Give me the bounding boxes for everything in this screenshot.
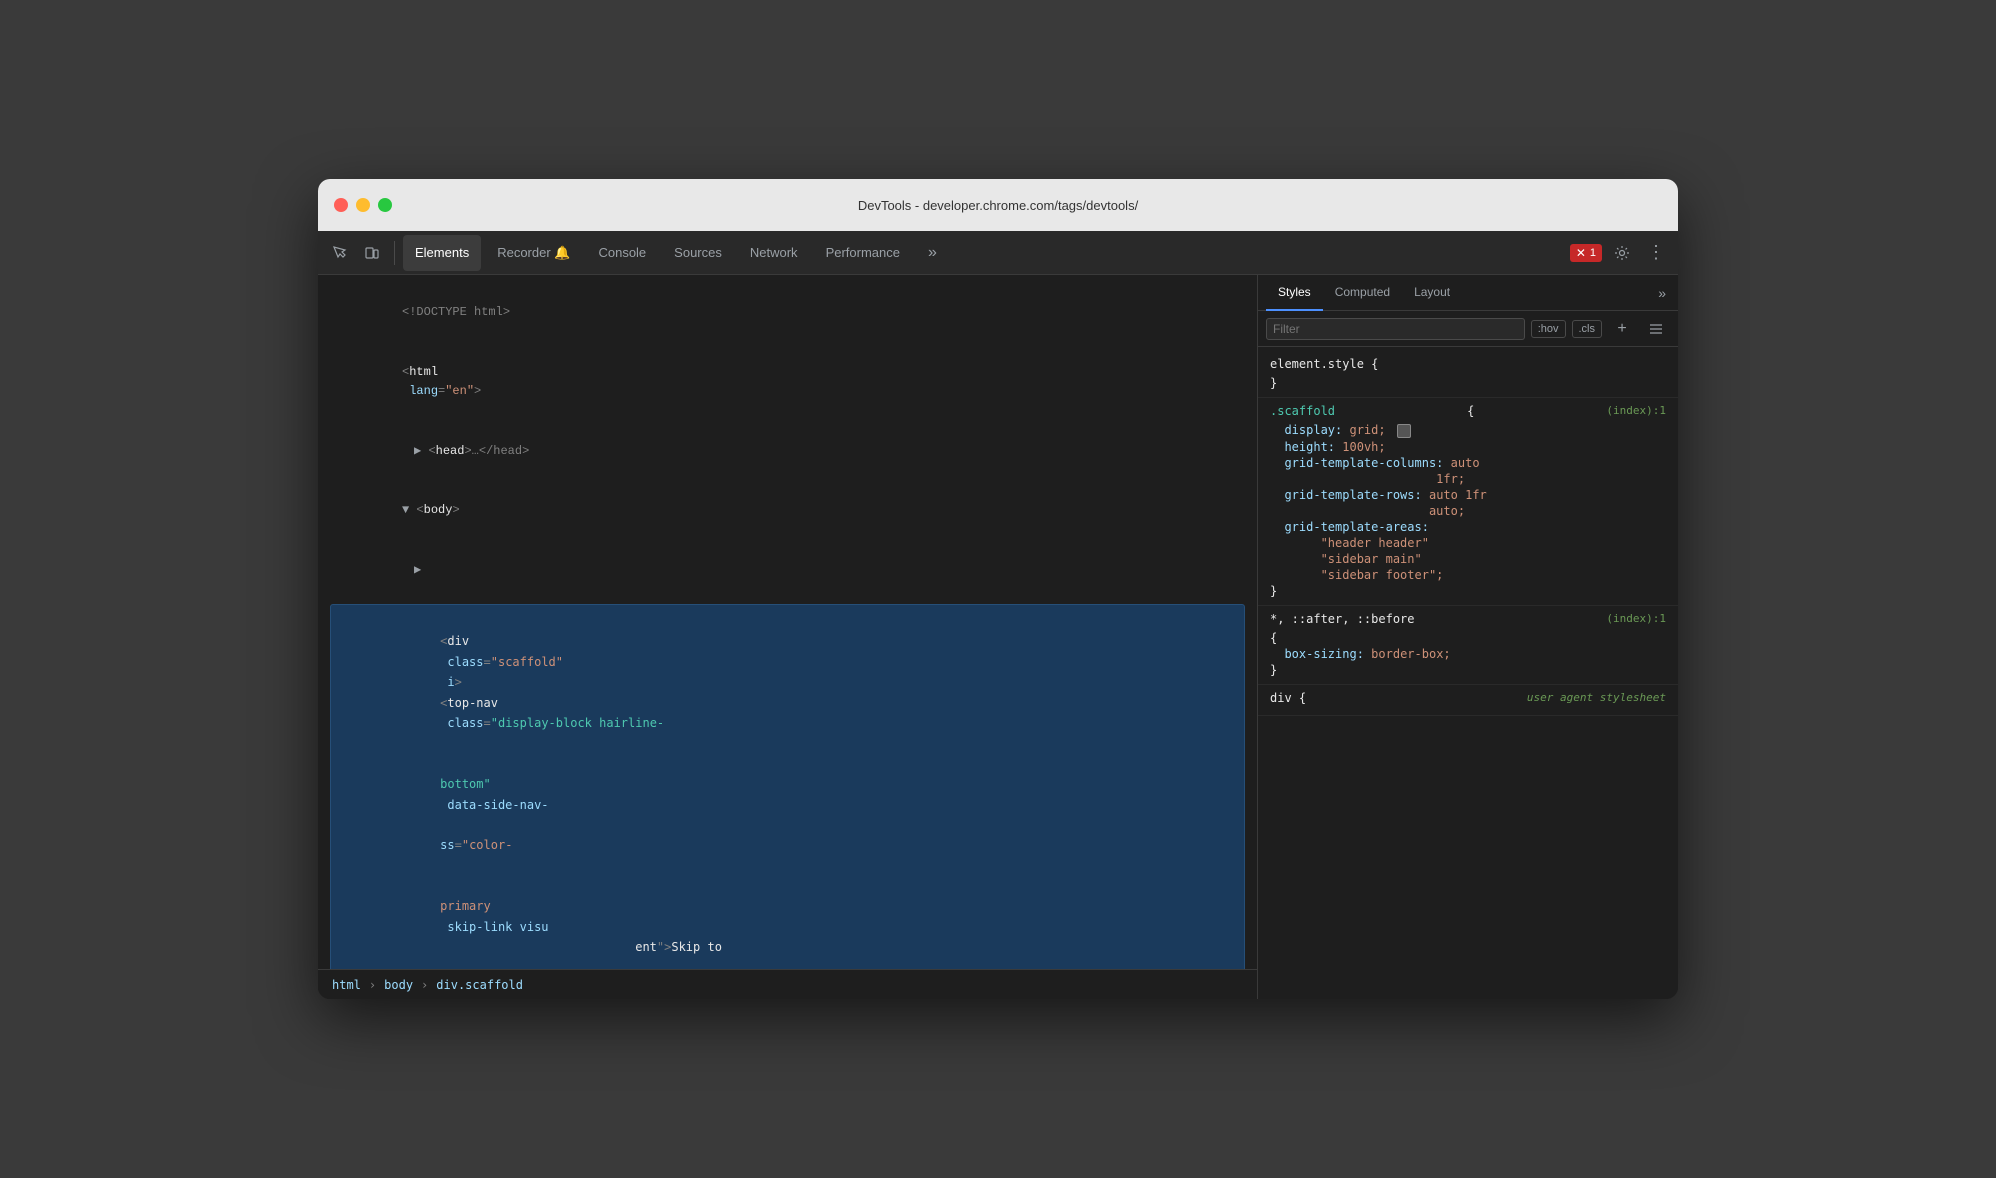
styles-panel: Styles Computed Layout » :hov .cls + <box>1258 275 1678 999</box>
devtools-toolbar: Elements Recorder 🔔 Console Sources Netw… <box>318 231 1678 275</box>
breadcrumb-html[interactable]: html <box>326 976 367 994</box>
tab-sources[interactable]: Sources <box>662 235 734 271</box>
more-options-button[interactable]: ⋮ <box>1642 239 1670 267</box>
rule-universal-close: } <box>1270 662 1666 678</box>
rule-selector-element-style: element.style { <box>1270 357 1666 371</box>
rule-grid-template-rows-val: auto; <box>1270 503 1666 519</box>
tab-recorder[interactable]: Recorder 🔔 <box>485 235 582 271</box>
rule-grid-template-areas: grid-template-areas: <box>1270 519 1666 535</box>
grid-icon[interactable] <box>1397 424 1411 438</box>
rule-closing-brace: } <box>1270 375 1666 391</box>
dom-line-expand: ▶ <box>322 540 1253 600</box>
tab-styles[interactable]: Styles <box>1266 275 1323 311</box>
hov-button[interactable]: :hov <box>1531 320 1566 338</box>
main-content: <!DOCTYPE html> <html lang="en"> ▶ <head… <box>318 275 1678 999</box>
selected-dom-block: <div class="scaffold" i> <top-nav class=… <box>322 604 1253 969</box>
dom-line-doctype: <!DOCTYPE html> <box>322 283 1253 343</box>
rule-selector-scaffold: .scaffold { (index):1 <box>1270 404 1666 418</box>
dom-tree[interactable]: <!DOCTYPE html> <html lang="en"> ▶ <head… <box>318 275 1257 969</box>
rule-area-header: "header header" <box>1270 535 1666 551</box>
rule-grid-template-columns: grid-template-columns: auto <box>1270 455 1666 471</box>
tab-performance[interactable]: Performance <box>814 235 912 271</box>
tab-network[interactable]: Network <box>738 235 810 271</box>
maximize-button[interactable] <box>378 198 392 212</box>
error-count: 1 <box>1590 247 1596 259</box>
window-title: DevTools - developer.chrome.com/tags/dev… <box>858 198 1138 213</box>
tab-elements[interactable]: Elements <box>403 235 481 271</box>
toggle-element-state-button[interactable] <box>1642 315 1670 343</box>
rule-height: height: 100vh; <box>1270 439 1666 455</box>
breadcrumb-bar: html › body › div.scaffold <box>318 969 1257 999</box>
rule-selector-div: div { user agent stylesheet <box>1270 691 1666 705</box>
toolbar-divider <box>394 241 395 265</box>
breadcrumb-div-scaffold[interactable]: div.scaffold <box>430 976 529 994</box>
styles-more-tabs[interactable]: » <box>1654 281 1670 305</box>
rule-element-style: element.style { } <box>1258 351 1678 398</box>
filter-input[interactable] <box>1266 318 1525 340</box>
inspect-element-button[interactable] <box>326 239 354 267</box>
tab-console[interactable]: Console <box>586 235 658 271</box>
tab-layout[interactable]: Layout <box>1402 275 1462 311</box>
toolbar-right: ✕ 1 ⋮ <box>1570 239 1670 267</box>
error-icon: ✕ <box>1576 246 1586 260</box>
rule-display: display: grid; <box>1270 422 1666 439</box>
dom-line-body: ▼ <body> <box>322 481 1253 541</box>
traffic-lights <box>334 198 392 212</box>
rule-div-agent: div { user agent stylesheet <box>1258 685 1678 716</box>
rule-grid-template-rows: grid-template-rows: auto 1fr <box>1270 487 1666 503</box>
filter-bar: :hov .cls + <box>1258 311 1678 347</box>
rule-box-sizing: box-sizing: border-box; <box>1270 646 1666 662</box>
rule-origin-scaffold[interactable]: (index):1 <box>1606 404 1666 417</box>
elements-panel: <!DOCTYPE html> <html lang="en"> ▶ <head… <box>318 275 1258 999</box>
rule-scaffold: .scaffold { (index):1 display: grid; hei… <box>1258 398 1678 606</box>
error-badge[interactable]: ✕ 1 <box>1570 244 1602 262</box>
cls-button[interactable]: .cls <box>1572 320 1603 338</box>
settings-button[interactable] <box>1608 239 1636 267</box>
rule-universal: *, ::after, ::before (index):1 { box-siz… <box>1258 606 1678 685</box>
rule-origin-universal[interactable]: (index):1 <box>1606 612 1666 625</box>
styles-tabs: Styles Computed Layout » <box>1258 275 1678 311</box>
add-style-rule-button[interactable]: + <box>1608 315 1636 343</box>
rule-area-sidebar-main: "sidebar main" <box>1270 551 1666 567</box>
device-toggle-button[interactable] <box>358 239 386 267</box>
title-bar: DevTools - developer.chrome.com/tags/dev… <box>318 179 1678 231</box>
tab-more[interactable]: » <box>916 235 949 271</box>
code-line-3: primary skip-link visu ent">Skip to <box>339 876 1236 969</box>
dom-line-html: <html lang="en"> <box>322 343 1253 422</box>
breadcrumb-body[interactable]: body <box>378 976 419 994</box>
code-line-1: <div class="scaffold" i> <top-nav class=… <box>339 611 1236 754</box>
devtools-window: DevTools - developer.chrome.com/tags/dev… <box>318 179 1678 999</box>
rule-scaffold-close: } <box>1270 583 1666 599</box>
close-button[interactable] <box>334 198 348 212</box>
rule-selector-universal: *, ::after, ::before (index):1 <box>1270 612 1666 626</box>
tab-computed[interactable]: Computed <box>1323 275 1402 311</box>
dom-line-head: ▶ <head>…</head> <box>322 421 1253 481</box>
rule-grid-template-columns-val: 1fr; <box>1270 471 1666 487</box>
styles-content: element.style { } .scaffold { (index):1 … <box>1258 347 1678 999</box>
code-line-2: bottom" data-side-nav- ss="color- <box>339 754 1236 876</box>
minimize-button[interactable] <box>356 198 370 212</box>
rule-area-sidebar-footer: "sidebar footer"; <box>1270 567 1666 583</box>
rule-open-brace: { <box>1270 630 1666 646</box>
rule-origin-div: user agent stylesheet <box>1527 691 1666 704</box>
